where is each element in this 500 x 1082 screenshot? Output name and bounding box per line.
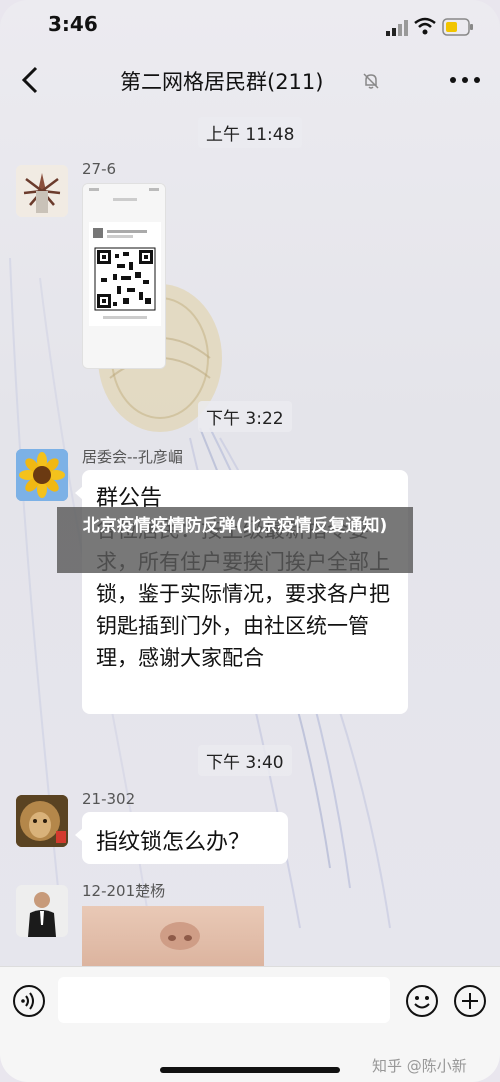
message-bubble[interactable]: 指纹锁怎么办？ <box>75 812 288 864</box>
bell-muted-icon <box>363 73 379 89</box>
avatar[interactable] <box>16 165 68 217</box>
sender-name: 21-302 <box>82 790 136 808</box>
message-input[interactable] <box>58 977 390 1023</box>
avatar[interactable] <box>16 449 68 501</box>
chat-header: 第二网格居民群(211) <box>0 54 500 108</box>
timestamp: 下午 3:40 <box>198 745 292 776</box>
avatar-lion-image <box>16 795 68 847</box>
more-dots-icon[interactable] <box>448 70 482 90</box>
avatar[interactable] <box>16 795 68 847</box>
avatar-man-in-suit-image <box>16 885 68 937</box>
qr-code-screenshot-image[interactable] <box>82 183 166 369</box>
sender-name: 居委会--孔彦嵋 <box>82 448 183 466</box>
qr-code-image <box>83 184 165 368</box>
timestamp: 上午 11:48 <box>198 117 303 148</box>
avatar-sculpture-image <box>16 165 68 217</box>
face-closeup-image <box>160 922 200 950</box>
wifi-icon <box>414 17 436 35</box>
face-photo-image[interactable] <box>82 906 264 966</box>
chat-title: 第二网格居民群(211) <box>120 70 324 94</box>
signal-icon <box>386 20 408 36</box>
timestamp: 下午 3:22 <box>198 401 292 432</box>
watermark: 知乎 @陈小新 <box>372 1057 467 1075</box>
phone-screen: 3:46 第二网格居民群(211) 上午 11:48 下午 3:22 下午 3:… <box>0 0 500 1082</box>
battery-icon <box>442 18 473 36</box>
message-text: 指纹锁怎么办？ <box>96 830 251 855</box>
back-button[interactable] <box>16 62 46 98</box>
sender-name: 12-201楚杨 <box>82 882 166 900</box>
emoji-icon[interactable] <box>405 984 439 1018</box>
status-bar: 3:46 <box>0 0 500 54</box>
headline-text: 北京疫情疫情防反弹(北京疫情反复通知) <box>82 516 388 536</box>
avatar[interactable] <box>16 885 68 937</box>
plus-icon[interactable] <box>453 984 487 1018</box>
status-time: 3:46 <box>48 12 98 36</box>
headline-banner: 北京疫情疫情防反弹(北京疫情反复通知) <box>57 507 413 573</box>
voice-icon[interactable] <box>12 984 46 1018</box>
avatar-sunflower-image <box>16 449 68 501</box>
sender-name: 27-6 <box>82 160 117 178</box>
home-indicator <box>160 1067 340 1073</box>
